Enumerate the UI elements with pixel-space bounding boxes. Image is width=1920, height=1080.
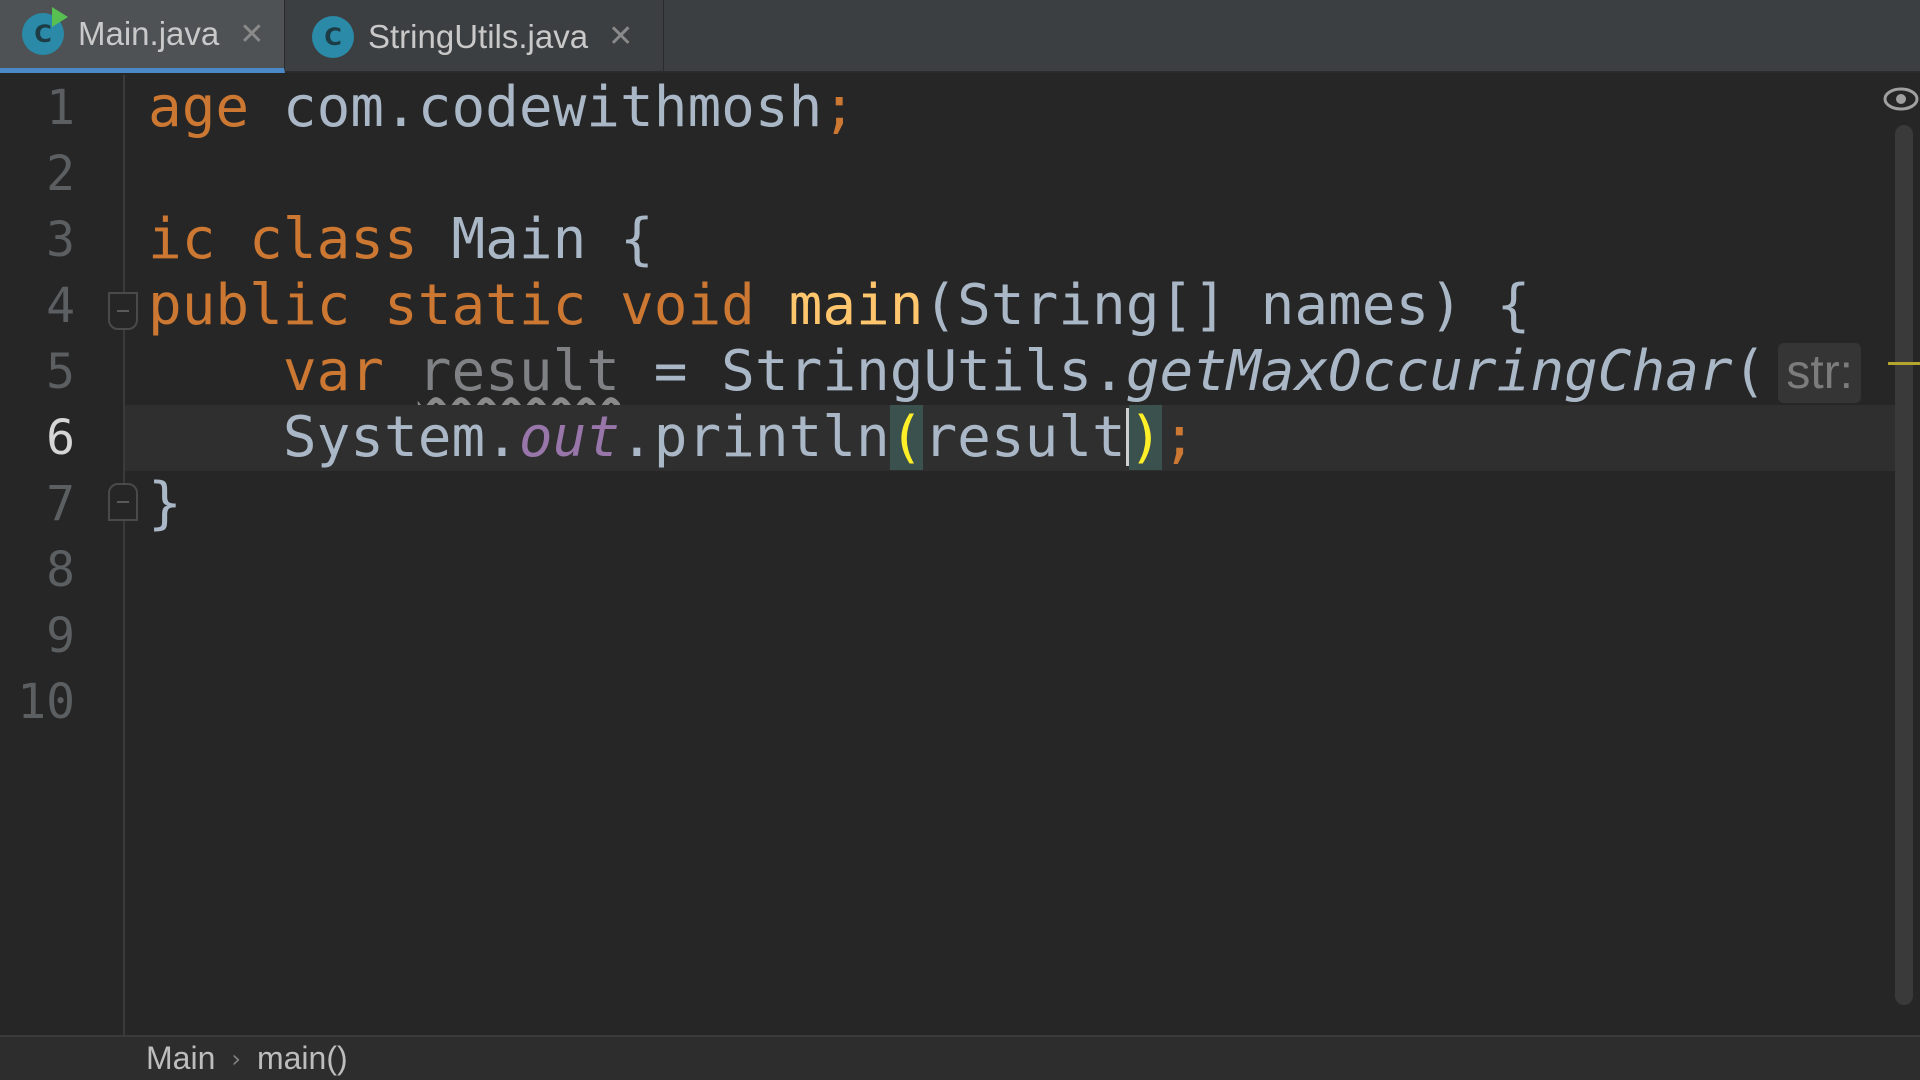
line-number: 2 — [46, 146, 75, 202]
line-number-gutter[interactable]: 1 2 3 4 5 6 7 8 9 10 — [0, 75, 138, 1035]
breadcrumb-method[interactable]: main() — [257, 1040, 348, 1077]
keyword: age — [148, 75, 250, 140]
line-number: 7 — [46, 476, 75, 532]
closing-brace: } — [148, 471, 182, 536]
close-icon[interactable]: ✕ — [239, 17, 264, 52]
open-paren: ( — [1732, 339, 1767, 404]
static-field: out — [518, 405, 621, 470]
class-reference: System. — [282, 405, 519, 470]
tab-label: Main.java — [78, 15, 220, 52]
line-number: 10 — [17, 674, 75, 730]
class-declaration: Main { — [417, 207, 654, 272]
ide-window: C Main.java ✕ C StringUtils.java ✕ 1 2 3… — [0, 0, 1920, 1080]
breadcrumb-class[interactable]: Main — [146, 1040, 215, 1077]
java-class-run-icon: C — [22, 7, 68, 55]
package-name: com.codewithmosh — [249, 75, 823, 140]
parameter-hint: str: — [1778, 343, 1862, 403]
keyword: static — [384, 273, 587, 338]
matched-paren-open: ( — [889, 405, 924, 470]
keyword: var — [282, 339, 385, 404]
code-line-1: age com.codewithmosh; — [125, 75, 1895, 141]
tab-main-java[interactable]: C Main.java ✕ — [0, 0, 285, 73]
code-line-5: var result = StringUtils.getMaxOccuringC… — [125, 339, 1895, 405]
argument: result — [923, 405, 1126, 470]
line-number: 3 — [46, 212, 75, 268]
code-editor[interactable]: age com.codewithmosh; ic class Main { pu… — [125, 75, 1895, 1035]
method-name: main — [788, 273, 924, 338]
line-number: 4 — [46, 278, 75, 334]
unused-variable: result — [417, 339, 621, 404]
line-number: 8 — [46, 542, 75, 598]
keyword: void — [620, 273, 755, 338]
assignment: = StringUtils. — [620, 339, 1126, 404]
method-call: .println — [620, 405, 890, 470]
code-line-6-current: System.out.println(result); — [125, 405, 1895, 471]
code-line-4: public static void main(String[] names) … — [125, 273, 1895, 339]
warning-marker-icon[interactable] — [1888, 362, 1920, 375]
semicolon: ; — [822, 75, 857, 140]
static-method-call: getMaxOccuringChar — [1125, 339, 1733, 404]
line-number: 1 — [46, 80, 75, 136]
editor-tab-bar: C Main.java ✕ C StringUtils.java ✕ — [0, 0, 1920, 73]
matched-paren-close: ) — [1128, 405, 1163, 470]
run-badge-icon — [52, 7, 68, 27]
line-number-current: 6 — [46, 410, 75, 466]
vertical-scrollbar[interactable] — [1895, 125, 1913, 1005]
tab-label: StringUtils.java — [368, 17, 589, 55]
keyword: class — [249, 207, 418, 272]
code-line-7: } — [125, 471, 1895, 537]
breadcrumb-separator: › — [231, 1044, 241, 1073]
close-icon[interactable]: ✕ — [608, 19, 633, 54]
line-number: 5 — [46, 344, 75, 400]
line-number: 9 — [46, 608, 75, 664]
keyword: public — [148, 273, 351, 338]
tab-icon-letter: C — [34, 20, 52, 48]
tab-stringutils-java[interactable]: C StringUtils.java ✕ — [286, 0, 664, 73]
code-line-3: ic class Main { — [125, 207, 1895, 273]
java-class-icon: C — [312, 15, 354, 58]
tab-icon-letter: C — [324, 22, 342, 51]
semicolon: ; — [1162, 405, 1197, 470]
breadcrumb: Main › main() — [0, 1035, 1920, 1080]
eye-icon[interactable] — [1882, 84, 1920, 114]
method-params: (String[] names) { — [923, 273, 1531, 338]
keyword: ic — [148, 207, 216, 272]
